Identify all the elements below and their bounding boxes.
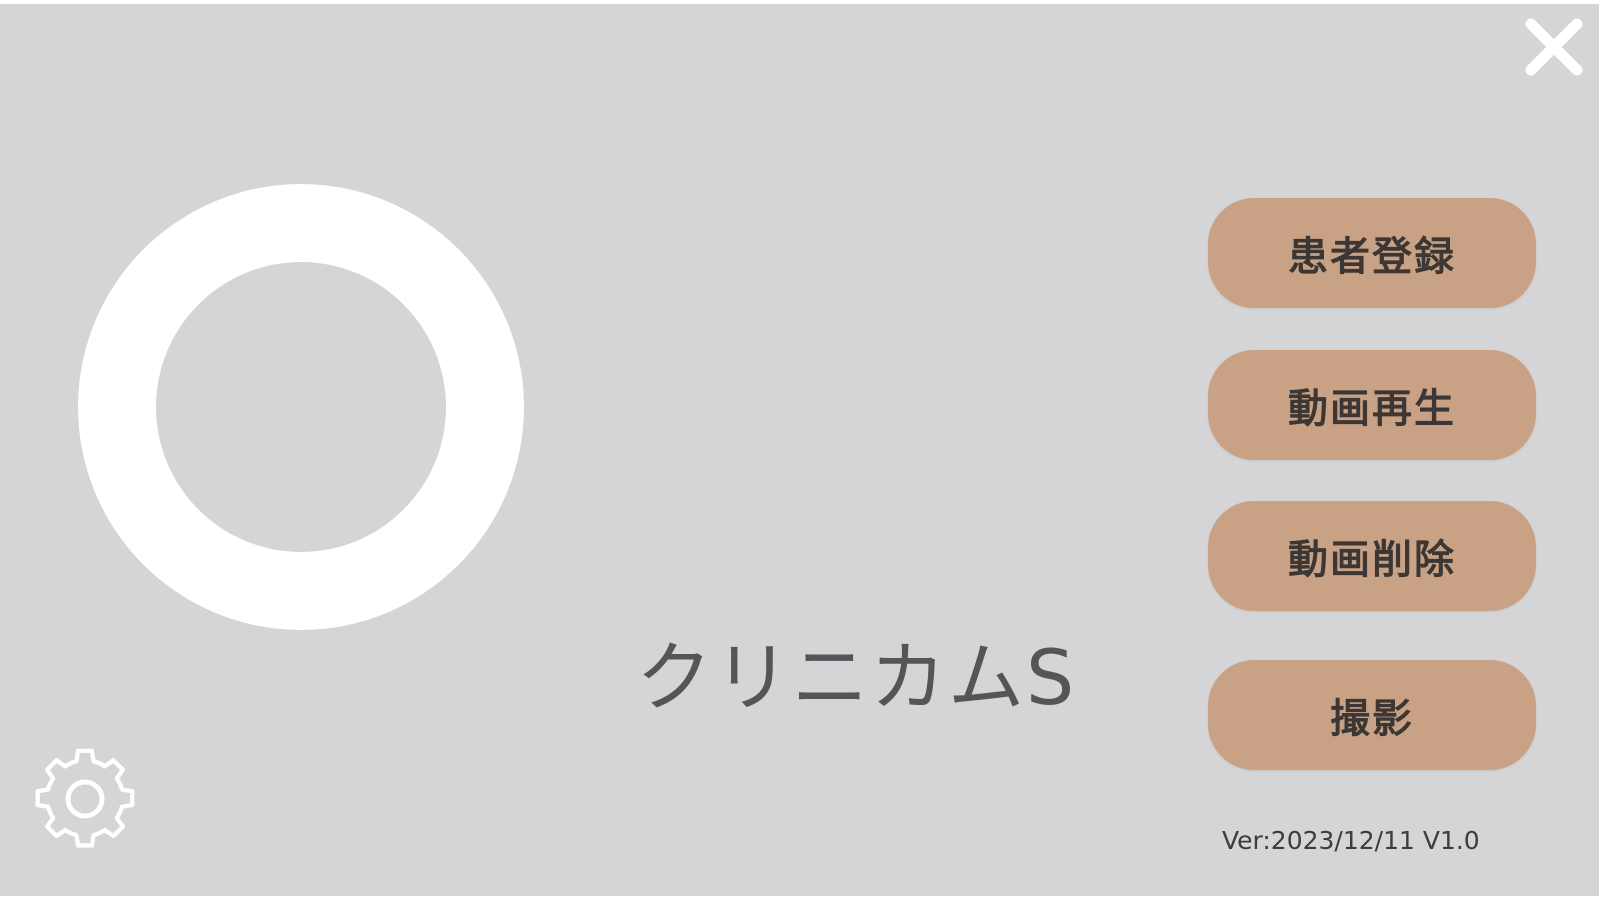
capture-label: 撮影: [1330, 696, 1414, 742]
video-delete-button[interactable]: 動画削除: [1208, 501, 1536, 611]
version-label: Ver:2023/12/11 V1.0: [1222, 826, 1480, 855]
capture-button[interactable]: 撮影: [1208, 660, 1536, 770]
gear-icon: [35, 748, 135, 848]
video-play-button[interactable]: 動画再生: [1208, 350, 1536, 460]
record-ring-inner: [156, 262, 446, 552]
video-play-label: 動画再生: [1288, 386, 1456, 432]
patient-registration-label: 患者登録: [1288, 234, 1456, 280]
record-ring-button[interactable]: [78, 184, 524, 630]
close-icon: [1525, 18, 1583, 76]
settings-button[interactable]: [30, 744, 140, 854]
patient-registration-button[interactable]: 患者登録: [1208, 198, 1536, 308]
video-delete-label: 動画削除: [1288, 537, 1456, 583]
app-title: クリニカムS: [636, 633, 1077, 722]
close-button[interactable]: [1519, 12, 1589, 82]
camera-home-screen: クリニカムS 患者登録 動画再生 動画削除 撮影 Ver:2023/12/11 …: [0, 4, 1599, 896]
